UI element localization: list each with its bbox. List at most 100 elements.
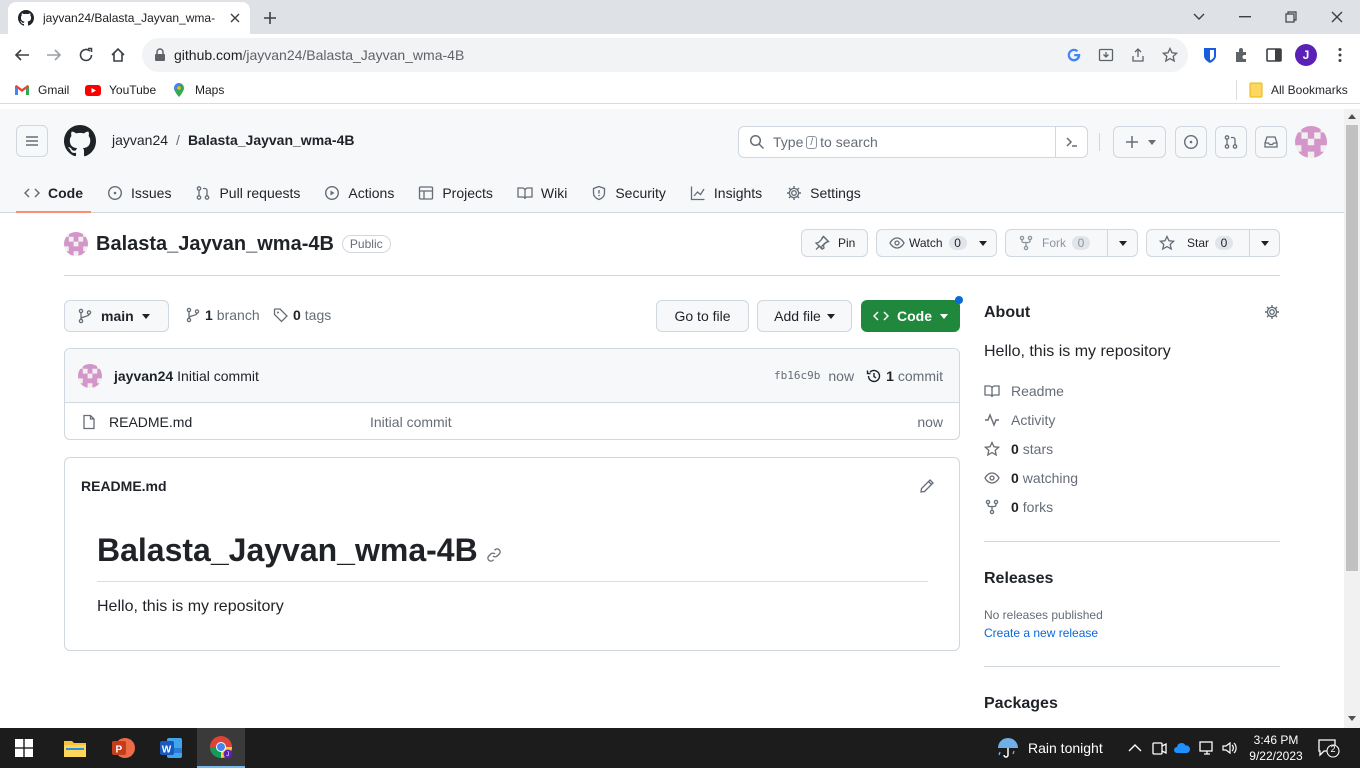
tab-issues[interactable]: Issues [99,173,179,213]
new-tab-icon[interactable] [260,8,280,28]
tab-security[interactable]: Security [583,173,674,213]
github-logo-icon[interactable] [64,125,96,157]
github-header: jayvan24 / Balasta_Jayvan_wma-4B Type / … [0,109,1344,213]
lock-icon[interactable] [154,48,166,62]
watch-button[interactable]: Watch 0 [876,229,997,257]
browser-tab[interactable]: jayvan24/Balasta_Jayvan_wma-4B [8,2,250,34]
powerpoint-button[interactable]: P [99,728,147,768]
issues-button[interactable] [1175,126,1207,158]
forks-link[interactable]: 0 forks [984,499,1053,515]
scrollbar-thumb[interactable] [1346,125,1358,571]
bookmark-youtube[interactable]: YouTube [85,82,156,98]
start-button[interactable] [0,728,48,768]
user-avatar[interactable] [1295,126,1327,158]
meet-now-icon[interactable] [1150,739,1168,757]
create-new-button[interactable] [1113,126,1166,158]
commit-message[interactable]: Initial commit [177,368,259,384]
weather-widget[interactable]: Rain tonight [996,736,1103,760]
gear-icon[interactable] [1264,304,1280,320]
file-row[interactable]: README.md Initial commit now [65,403,959,439]
extensions-puzzle-icon[interactable] [1233,46,1251,64]
fork-button[interactable]: Fork 0 [1005,229,1138,257]
tab-pull-requests[interactable]: Pull requests [187,173,308,213]
word-button[interactable]: W [147,728,195,768]
tab-insights[interactable]: Insights [682,173,770,213]
google-lens-icon[interactable] [1066,47,1082,63]
commit-sha[interactable]: fb16c9b [774,369,820,382]
tab-code[interactable]: Code [16,173,91,213]
pin-button[interactable]: Pin [801,229,868,257]
file-commit-message[interactable]: Initial commit [370,414,452,430]
file-explorer-button[interactable] [51,728,99,768]
side-panel-icon[interactable] [1265,46,1283,64]
branch-selector[interactable]: main [64,300,169,332]
search-input[interactable]: Type / to search [738,126,1088,158]
breadcrumb-owner[interactable]: jayvan24 [112,132,168,148]
commit-author-avatar[interactable] [78,363,102,388]
home-icon[interactable] [107,44,129,66]
header-divider [1099,133,1100,151]
install-app-icon[interactable] [1098,47,1114,63]
tab-projects[interactable]: Projects [410,173,501,213]
reload-icon[interactable] [75,44,97,66]
bookmark-maps[interactable]: Maps [171,82,224,98]
readme-filename[interactable]: README.md [81,478,167,494]
weather-text: Rain tonight [1028,740,1103,756]
star-button[interactable]: Star 0 [1146,229,1280,257]
bitwarden-extension-icon[interactable] [1201,46,1219,64]
commit-history-link[interactable]: 1 commit [866,368,943,384]
network-icon[interactable] [1198,739,1216,757]
scroll-down-icon[interactable] [1348,716,1356,721]
address-bar[interactable]: github.com/jayvan24/Balasta_Jayvan_wma-4… [142,38,1188,72]
branches-link[interactable]: 1 branch [185,307,260,323]
go-to-file-button[interactable]: Go to file [656,300,749,332]
all-bookmarks-button[interactable]: All Bookmarks [1236,80,1348,100]
bookmark-star-icon[interactable] [1162,47,1178,63]
packages-title[interactable]: Packages [984,695,1058,713]
stars-link[interactable]: 0 stars [984,441,1053,457]
star-dropdown[interactable] [1249,230,1279,256]
code-button[interactable]: Code [861,296,963,332]
volume-icon[interactable] [1221,739,1239,757]
commit-author[interactable]: jayvan24 [114,368,173,384]
add-file-button[interactable]: Add file [757,300,852,332]
notification-center-button[interactable]: 2 [1318,738,1340,758]
chevron-up-icon[interactable] [1126,739,1144,757]
breadcrumb-repo[interactable]: Balasta_Jayvan_wma-4B [188,132,355,148]
chrome-button[interactable]: J [197,728,245,768]
bookmark-gmail[interactable]: Gmail [14,82,69,98]
chrome-menu-icon[interactable] [1331,46,1349,64]
readme-link[interactable]: Readme [984,383,1064,399]
tab-wiki[interactable]: Wiki [509,173,575,213]
tab-settings[interactable]: Settings [778,173,869,213]
repo-owner-avatar[interactable] [64,232,88,256]
back-icon[interactable] [11,44,33,66]
tab-actions[interactable]: Actions [316,173,402,213]
share-icon[interactable] [1130,47,1146,63]
hamburger-menu-button[interactable] [16,125,48,157]
tab-search-icon[interactable] [1188,6,1210,28]
restore-icon[interactable] [1280,6,1302,28]
pull-requests-button[interactable] [1215,126,1247,158]
profile-avatar[interactable]: J [1295,44,1317,66]
link-icon[interactable] [486,547,502,563]
pencil-icon[interactable] [919,478,935,494]
command-palette-button[interactable] [1055,127,1087,157]
system-clock[interactable]: 3:46 PM 9/22/2023 [1248,732,1304,764]
file-name[interactable]: README.md [109,414,192,430]
inbox-button[interactable] [1255,126,1287,158]
close-window-icon[interactable] [1326,6,1348,28]
page-scrollbar[interactable] [1344,109,1360,728]
scroll-up-icon[interactable] [1348,114,1356,119]
close-tab-icon[interactable] [230,13,240,23]
fork-dropdown[interactable] [1107,230,1137,256]
minimize-icon[interactable] [1234,6,1256,28]
releases-title[interactable]: Releases [984,570,1053,588]
create-release-link[interactable]: Create a new release [984,626,1098,640]
forward-icon[interactable] [43,44,65,66]
onedrive-icon[interactable] [1173,739,1191,757]
repo-name[interactable]: Balasta_Jayvan_wma-4B [96,233,334,256]
activity-link[interactable]: Activity [984,412,1055,428]
tags-link[interactable]: 0 tags [273,307,331,323]
watching-link[interactable]: 0 watching [984,470,1078,486]
